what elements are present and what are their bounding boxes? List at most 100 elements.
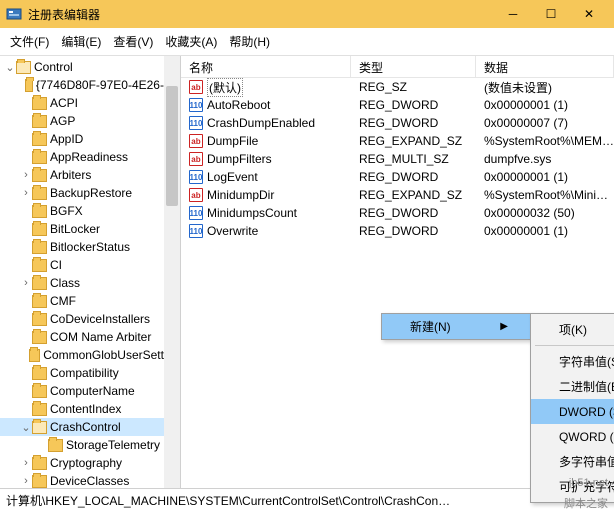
tree-node[interactable]: ⌄Control xyxy=(0,58,180,76)
expand-icon[interactable]: ⌄ xyxy=(4,61,16,74)
menu-help[interactable]: 帮助(H) xyxy=(225,31,274,52)
close-button[interactable]: ✕ xyxy=(570,3,608,25)
ctx-item[interactable]: 多字符串值(M) xyxy=(531,449,614,474)
menu-edit[interactable]: 编辑(E) xyxy=(57,31,105,52)
regedit-icon xyxy=(6,6,22,22)
tree-pane: ⌄Control {7746D80F-97E0-4E26-… ACPI AGP … xyxy=(0,56,181,488)
expand-icon[interactable]: › xyxy=(20,277,32,289)
tree-node[interactable]: ⌄ CrashControl xyxy=(0,418,180,436)
tree-label: CoDeviceInstallers xyxy=(50,312,150,326)
value-type: REG_DWORD xyxy=(351,224,476,238)
string-value-icon: ab xyxy=(189,134,203,148)
tree-node[interactable]: ›Arbiters xyxy=(0,166,180,184)
tree-node[interactable]: CI xyxy=(0,256,180,274)
folder-icon xyxy=(48,439,63,452)
tree-label: ContentIndex xyxy=(50,402,121,416)
tree-node[interactable]: ContentIndex xyxy=(0,400,180,418)
tree-node[interactable]: AGP xyxy=(0,112,180,130)
value-row[interactable]: abDumpFiltersREG_MULTI_SZdumpfve.sys xyxy=(181,150,614,168)
value-type: REG_DWORD xyxy=(351,116,476,130)
menu-view[interactable]: 查看(V) xyxy=(109,31,157,52)
tree-node[interactable]: BGFX xyxy=(0,202,180,220)
tree-node[interactable]: ›BackupRestore xyxy=(0,184,180,202)
tree-node[interactable]: ›Class xyxy=(0,274,180,292)
folder-icon xyxy=(32,169,47,182)
maximize-button[interactable]: ☐ xyxy=(532,3,570,25)
value-data: 0x00000007 (7) xyxy=(476,116,614,130)
tree-node[interactable]: AppID xyxy=(0,130,180,148)
value-type: REG_DWORD xyxy=(351,206,476,220)
tree-node[interactable]: › Cryptography xyxy=(0,454,180,472)
col-name[interactable]: 名称 xyxy=(181,56,351,77)
tree-label: BGFX xyxy=(50,204,83,218)
status-bar: 计算机\HKEY_LOCAL_MACHINE\SYSTEM\CurrentCon… xyxy=(0,488,614,510)
folder-icon xyxy=(32,133,47,146)
folder-icon xyxy=(25,79,33,92)
tree-label: Cryptography xyxy=(50,456,122,470)
value-type: REG_EXPAND_SZ xyxy=(351,134,476,148)
tree-node[interactable]: {7746D80F-97E0-4E26-… xyxy=(0,76,180,94)
value-type: REG_MULTI_SZ xyxy=(351,152,476,166)
col-data[interactable]: 数据 xyxy=(476,56,614,77)
tree-label: StorageTelemetry xyxy=(66,438,160,452)
value-name: MinidumpDir xyxy=(207,188,274,202)
ctx-item[interactable]: DWORD (32 位)值(D) xyxy=(531,399,614,424)
value-data: 0x00000001 (1) xyxy=(476,170,614,184)
tree-node[interactable]: ACPI xyxy=(0,94,180,112)
tree-node[interactable]: CMF xyxy=(0,292,180,310)
tree-label: CrashControl xyxy=(50,420,121,434)
ctx-new[interactable]: 新建(N)▶ xyxy=(382,314,530,339)
menu-file[interactable]: 文件(F) xyxy=(6,31,53,52)
value-row[interactable]: abMinidumpDirREG_EXPAND_SZ%SystemRoot%\M… xyxy=(181,186,614,204)
expand-icon[interactable]: ⌄ xyxy=(20,421,32,434)
tree-node[interactable]: Compatibility xyxy=(0,364,180,382)
tree-node[interactable]: CoDeviceInstallers xyxy=(0,310,180,328)
tree-node[interactable]: BitlockerStatus xyxy=(0,238,180,256)
folder-icon xyxy=(32,403,47,416)
tree-node[interactable]: ›DeviceClasses xyxy=(0,472,180,488)
folder-icon xyxy=(29,349,40,362)
tree-scrollbar[interactable] xyxy=(164,56,180,488)
value-row[interactable]: 110LogEventREG_DWORD0x00000001 (1) xyxy=(181,168,614,186)
minimize-button[interactable]: ─ xyxy=(494,3,532,25)
expand-icon[interactable]: › xyxy=(20,169,32,181)
value-name: AutoReboot xyxy=(207,98,270,112)
value-data: 0x00000032 (50) xyxy=(476,206,614,220)
tree-label: COM Name Arbiter xyxy=(50,330,151,344)
value-row[interactable]: abDumpFileREG_EXPAND_SZ%SystemRoot%\MEM… xyxy=(181,132,614,150)
col-type[interactable]: 类型 xyxy=(351,56,476,77)
list-header: 名称 类型 数据 xyxy=(181,56,614,78)
tree-node[interactable]: StorageTelemetry xyxy=(0,436,180,454)
tree-node[interactable]: COM Name Arbiter xyxy=(0,328,180,346)
value-row[interactable]: 110OverwriteREG_DWORD0x00000001 (1) xyxy=(181,222,614,240)
folder-icon xyxy=(32,331,47,344)
folder-icon xyxy=(32,367,47,380)
tree-label: {7746D80F-97E0-4E26-… xyxy=(36,78,176,92)
context-menu: 新建(N)▶ xyxy=(381,313,531,340)
value-type: REG_DWORD xyxy=(351,170,476,184)
value-row[interactable]: 110MinidumpsCountREG_DWORD0x00000032 (50… xyxy=(181,204,614,222)
value-row[interactable]: 110AutoRebootREG_DWORD0x00000001 (1) xyxy=(181,96,614,114)
expand-icon[interactable]: › xyxy=(20,457,32,469)
folder-icon xyxy=(32,241,47,254)
value-row[interactable]: 110CrashDumpEnabledREG_DWORD0x00000007 (… xyxy=(181,114,614,132)
tree-node[interactable]: BitLocker xyxy=(0,220,180,238)
list-pane: 名称 类型 数据 ab(默认)REG_SZ(数值未设置)110AutoReboo… xyxy=(181,56,614,488)
tree-node[interactable]: CommonGlobUserSett… xyxy=(0,346,180,364)
expand-icon[interactable]: › xyxy=(20,475,32,487)
expand-icon[interactable]: › xyxy=(20,187,32,199)
title-bar: 注册表编辑器 ─ ☐ ✕ xyxy=(0,0,614,28)
tree-node[interactable]: AppReadiness xyxy=(0,148,180,166)
tree-node[interactable]: ComputerName xyxy=(0,382,180,400)
ctx-item[interactable]: 字符串值(S) xyxy=(531,349,614,374)
menu-favorites[interactable]: 收藏夹(A) xyxy=(161,31,221,52)
value-data: 0x00000001 (1) xyxy=(476,98,614,112)
watermark-url: jb51.net xyxy=(569,477,608,489)
folder-icon xyxy=(32,187,47,200)
watermark-text: 脚本之家 xyxy=(564,495,608,511)
ctx-item[interactable]: 项(K) xyxy=(531,317,614,342)
ctx-item[interactable]: QWORD (64 位)值(Q) xyxy=(531,424,614,449)
value-data: dumpfve.sys xyxy=(476,152,614,166)
value-row[interactable]: ab(默认)REG_SZ(数值未设置) xyxy=(181,78,614,96)
ctx-item[interactable]: 二进制值(B) xyxy=(531,374,614,399)
